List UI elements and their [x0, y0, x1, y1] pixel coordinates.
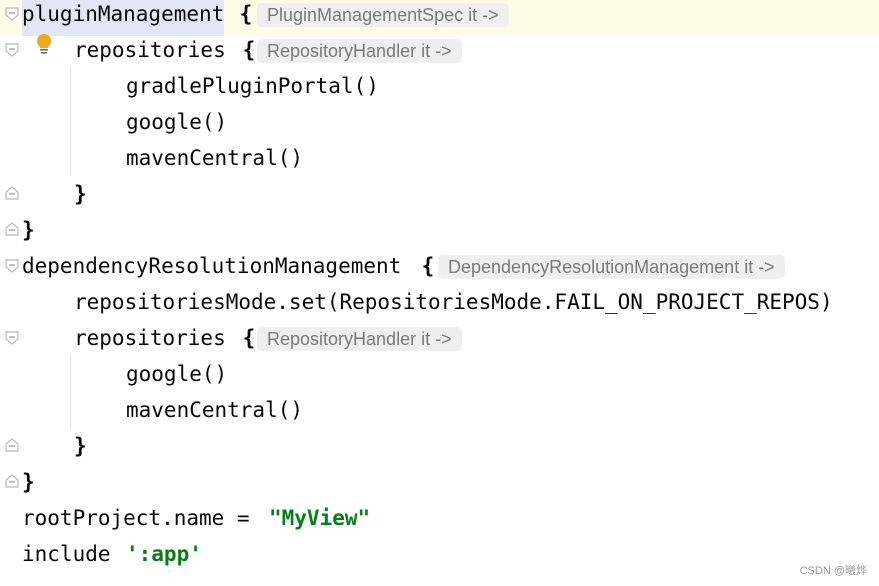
- fold-end-icon[interactable]: [5, 222, 19, 236]
- code-line[interactable]: repositories { RepositoryHandler it ->: [0, 324, 879, 360]
- code-text: include: [22, 542, 124, 566]
- inlay-hint[interactable]: PluginManagementSpec it ->: [257, 3, 509, 27]
- inlay-hint[interactable]: DependencyResolutionManagement it ->: [438, 255, 785, 279]
- code-text: gradlePluginPortal(): [126, 74, 379, 98]
- open-brace: {: [230, 326, 256, 350]
- open-brace: {: [409, 254, 435, 278]
- code-line[interactable]: dependencyResolutionManagement { Depende…: [0, 252, 879, 288]
- watermark: CSDN @曦烨: [799, 565, 867, 577]
- code-text: dependencyResolutionManagement: [22, 254, 402, 278]
- code-text: rootProject.name =: [22, 506, 263, 530]
- code-line[interactable]: mavenCentral(): [0, 396, 879, 432]
- inlay-hint[interactable]: RepositoryHandler it ->: [257, 39, 462, 63]
- open-brace: {: [230, 38, 256, 62]
- close-brace: }: [74, 182, 87, 206]
- fold-end-icon[interactable]: [5, 474, 19, 488]
- code-line[interactable]: gradlePluginPortal(): [0, 72, 879, 108]
- close-brace: }: [22, 470, 35, 494]
- code-line[interactable]: google(): [0, 360, 879, 396]
- fold-start-icon[interactable]: [5, 7, 19, 21]
- code-line[interactable]: mavenCentral(): [0, 144, 879, 180]
- code-text: pluginManagement: [22, 0, 225, 36]
- code-line[interactable]: }: [0, 468, 879, 504]
- code-text: google(): [126, 110, 228, 134]
- lightbulb-icon[interactable]: [35, 33, 53, 57]
- fold-start-icon[interactable]: [5, 43, 19, 57]
- inlay-hint[interactable]: RepositoryHandler it ->: [257, 327, 462, 351]
- fold-end-icon[interactable]: [5, 438, 19, 452]
- code-line[interactable]: include ':app': [0, 540, 879, 576]
- open-brace: {: [227, 2, 253, 26]
- code-text: repositories: [74, 38, 226, 62]
- string-literal: "MyView": [269, 506, 371, 530]
- close-brace: }: [22, 218, 35, 242]
- code-line[interactable]: pluginManagement { PluginManagementSpec …: [0, 0, 879, 36]
- close-brace: }: [74, 434, 87, 458]
- code-line[interactable]: google(): [0, 108, 879, 144]
- code-line[interactable]: }: [0, 216, 879, 252]
- fold-start-icon[interactable]: [5, 331, 19, 345]
- code-text: mavenCentral(): [126, 146, 304, 170]
- code-line[interactable]: }: [0, 432, 879, 468]
- fold-start-icon[interactable]: [5, 259, 19, 273]
- code-text: google(): [126, 362, 228, 386]
- code-text: mavenCentral(): [126, 398, 304, 422]
- code-line[interactable]: rootProject.name = "MyView": [0, 504, 879, 540]
- string-literal: ':app': [126, 542, 202, 566]
- fold-end-icon[interactable]: [5, 186, 19, 200]
- code-text: repositoriesMode.set(RepositoriesMode.FA…: [74, 290, 833, 314]
- code-line[interactable]: repositoriesMode.set(RepositoriesMode.FA…: [0, 288, 879, 324]
- code-line[interactable]: repositories { RepositoryHandler it ->: [0, 36, 879, 72]
- code-line[interactable]: }: [0, 180, 879, 216]
- code-text: repositories: [74, 326, 226, 350]
